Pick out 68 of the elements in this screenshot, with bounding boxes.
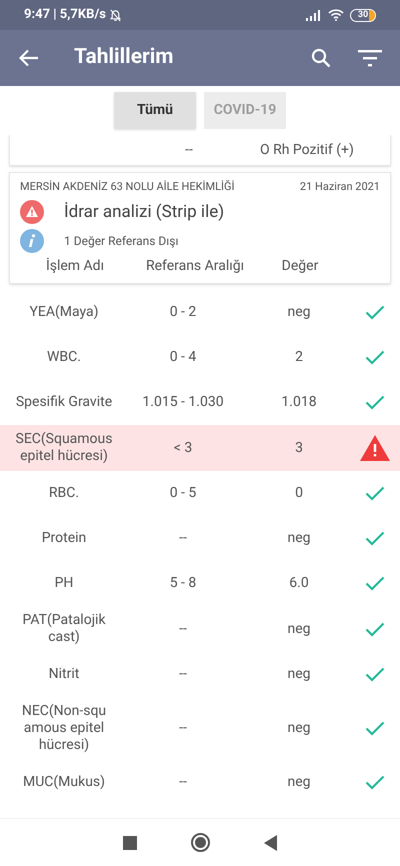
info-icon [20,229,44,253]
reference-range: 0 - 2 [168,303,198,322]
test-item-name: PH [54,575,74,592]
reference-range: < 3 [172,438,194,458]
check-icon [365,486,385,501]
test-item-name: NEC(Non-squ amous epitel hücresi) [20,703,108,754]
result-value: 1.018 [280,393,318,412]
result-value: neg [286,529,312,548]
check-icon [365,395,385,410]
test-date: 21 Haziran 2021 [300,179,380,195]
back-button[interactable] [18,47,40,69]
result-value: neg [286,719,312,738]
test-item-name: YEA(Maya) [28,304,100,321]
mute-icon [108,8,122,22]
reference-range: -- [178,665,188,684]
recents-button[interactable] [123,836,137,850]
reference-range: 0 - 5 [168,484,198,503]
column-header: Değer [280,257,320,276]
result-value: 3 [294,438,304,458]
reference-range: -- [178,719,188,738]
reference-range: 1.015 - 1.030 [141,393,225,412]
back-nav-button[interactable] [264,834,277,850]
result-value: 6.0 [288,574,310,593]
check-icon [365,350,385,365]
battery-indicator: 30 [350,8,376,22]
test-item-name: SEC(Squamous epitel hücresi) [14,431,114,465]
result-value: neg [286,303,312,322]
test-item-name: WBC. [46,349,82,366]
test-item-name: MUC(Mukus) [22,774,106,791]
result-value: neg [286,620,312,638]
column-header: İşlem Adı [44,256,106,276]
result-value: neg [286,773,312,792]
info-text: 1 Değer Referans Dışı [64,233,178,250]
warning-icon [20,200,44,224]
reference-range: 0 - 4 [168,348,198,367]
check-icon [365,775,385,790]
test-item-name: PAT(Patalojik cast) [21,612,107,646]
warning-icon [360,435,390,461]
signal-icon [306,10,322,20]
check-icon [365,622,385,636]
test-item-name: Protein [40,530,88,547]
result-value: 2 [294,348,304,367]
reference-range: -- [184,140,194,160]
column-header: Referans Aralığı [144,257,246,276]
check-icon [365,305,385,320]
result-value: neg [286,665,312,684]
check-icon [365,721,385,736]
result-value: O Rh Pozitif (+) [260,140,354,160]
test-item-name: RBC. [48,485,80,502]
reference-range: -- [178,773,188,792]
test-item-name: Nitrit [48,666,80,683]
test-item-name: Spesifik Gravite [14,394,114,411]
check-icon [365,667,385,682]
check-icon [365,531,385,546]
status-text: 9:47 | 5,7KB/s [24,6,106,24]
home-button[interactable] [191,833,210,852]
lab-name: MERSİN AKDENİZ 63 NOLU AİLE HEKİMLİĞİ [20,179,235,195]
page-title: Tahlillerim [74,44,174,72]
filter-button[interactable] [358,48,382,68]
reference-range: -- [178,529,188,548]
reference-range: -- [178,620,188,638]
search-button[interactable] [310,47,332,69]
result-value: 0 [294,484,304,503]
check-icon [365,576,385,591]
reference-range: 5 - 8 [168,574,198,593]
filter-tab[interactable]: Tümü [114,92,196,129]
test-name: İdrar analizi (Strip ile) [64,200,224,224]
wifi-icon [328,9,344,21]
